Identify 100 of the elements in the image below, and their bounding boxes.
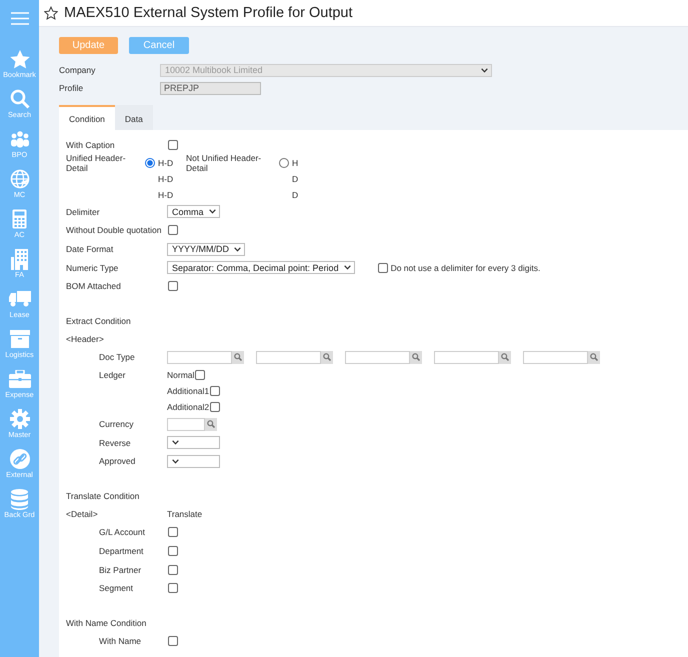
dropdown-value: Comma [172, 206, 204, 217]
field-label: Doc Type [99, 352, 136, 362]
caret-icon [172, 440, 179, 446]
menu-icon [10, 12, 28, 25]
input-field[interactable] [256, 350, 321, 364]
search-icon [207, 420, 215, 428]
field-label: Biz Partner [99, 564, 142, 575]
search-button[interactable] [499, 350, 511, 364]
input-field[interactable] [167, 350, 232, 364]
field-label: Segment [99, 583, 134, 594]
field-label: Date Format [66, 244, 114, 254]
gear-icon [10, 409, 30, 429]
globe-icon [10, 169, 30, 189]
page-title: MAEX510 External System Profile for Output [64, 5, 353, 21]
layout-text: H-D [158, 188, 174, 202]
checkbox-label: Normal [167, 370, 194, 380]
checkbox[interactable] [168, 564, 178, 575]
search-icon [412, 353, 420, 362]
search-icon [590, 353, 598, 362]
field-label: Without Double quotation [66, 225, 162, 236]
radio-button[interactable] [145, 158, 155, 168]
group-label: <Detail> [66, 508, 99, 519]
search-icon [234, 353, 242, 362]
checkbox[interactable] [168, 281, 178, 292]
checkbox[interactable] [210, 386, 220, 396]
input-field[interactable] [167, 418, 205, 431]
search-icon [10, 89, 30, 109]
radio-label: Not Unified Header-Detail [186, 152, 262, 173]
star-icon [10, 50, 30, 68]
dropdown-value: Separator: Comma, Decimal point: Period [172, 262, 339, 273]
field-label: Currency [99, 419, 134, 430]
checkbox[interactable] [168, 636, 178, 646]
field-label: Profile [59, 83, 84, 93]
column-header: Translate [167, 508, 202, 519]
radio-label: Unified Header-Detail [66, 152, 127, 173]
dropdown[interactable]: Separator: Comma, Decimal point: Period [167, 261, 355, 274]
checkbox[interactable] [168, 546, 178, 556]
checkbox[interactable] [168, 140, 178, 150]
dropdown-value: 10002 Multibook Limited [165, 65, 263, 75]
field-label: Ledger [99, 370, 126, 380]
caret-icon [344, 265, 351, 270]
checkbox[interactable] [168, 225, 178, 236]
layout-text: D [292, 188, 298, 202]
radio-button[interactable] [279, 158, 289, 168]
field-label: BOM Attached [66, 281, 122, 292]
search-icon [323, 353, 331, 362]
field-label: Numeric Type [66, 262, 120, 273]
caret-icon [172, 458, 179, 464]
field-label: G/L Account [99, 527, 146, 538]
cancel-button[interactable]: Cancel [129, 37, 189, 54]
layout-text: H-D [158, 172, 174, 186]
caret-icon [481, 68, 488, 72]
section-title: Extract Condition [66, 314, 132, 328]
input-field[interactable] [434, 350, 499, 364]
field-label: Company [59, 65, 96, 75]
database-icon [11, 488, 28, 510]
field-label: Approved [99, 456, 136, 466]
checkbox[interactable] [195, 370, 206, 380]
star-icon[interactable] [44, 6, 58, 20]
calculator-icon [12, 209, 27, 229]
layout-text: H-D [158, 156, 174, 170]
checkbox[interactable] [210, 402, 220, 412]
field-label: Department [99, 546, 144, 556]
section-title: Translate Condition [66, 490, 140, 503]
people-icon [10, 130, 30, 148]
dropdown-value: YYYY/MM/DD [172, 244, 230, 254]
tab[interactable]: Condition [59, 105, 115, 130]
group-label: <Header> [66, 334, 104, 344]
briefcase-icon [8, 370, 30, 388]
tab[interactable]: Data [114, 105, 153, 130]
field-label: Delimiter [66, 206, 101, 217]
update-button[interactable]: Update [59, 37, 118, 54]
checkbox-label: Additional1 [167, 386, 210, 396]
search-button[interactable] [205, 418, 217, 431]
field-label: With Name [99, 636, 142, 646]
input-field[interactable] [523, 350, 588, 364]
checkbox-label: Additional2 [167, 402, 210, 412]
checkbox-label: Do not use a delimiter for every 3 digits. [390, 262, 540, 273]
caret-icon [209, 209, 216, 214]
search-button[interactable] [321, 350, 333, 364]
truck-icon [8, 291, 30, 307]
field-label: Reverse [99, 438, 132, 448]
dropdown[interactable]: Comma [167, 205, 220, 218]
field-label: With Caption [66, 140, 116, 150]
search-button[interactable] [588, 350, 600, 364]
caret-icon [234, 246, 242, 252]
input-field[interactable] [345, 350, 410, 364]
checkbox[interactable] [168, 583, 178, 594]
box-icon [10, 330, 30, 348]
building-icon [11, 248, 28, 270]
dropdown[interactable]: YYYY/MM/DD [167, 242, 246, 256]
search-button[interactable] [410, 350, 422, 364]
layout-text: H [292, 156, 298, 170]
search-icon [501, 353, 509, 362]
checkbox[interactable] [168, 527, 178, 538]
section-title: With Name Condition [66, 616, 148, 630]
layout-text: D [292, 172, 298, 186]
link-icon [10, 449, 30, 469]
checkbox[interactable] [378, 262, 388, 273]
search-button[interactable] [232, 350, 244, 364]
